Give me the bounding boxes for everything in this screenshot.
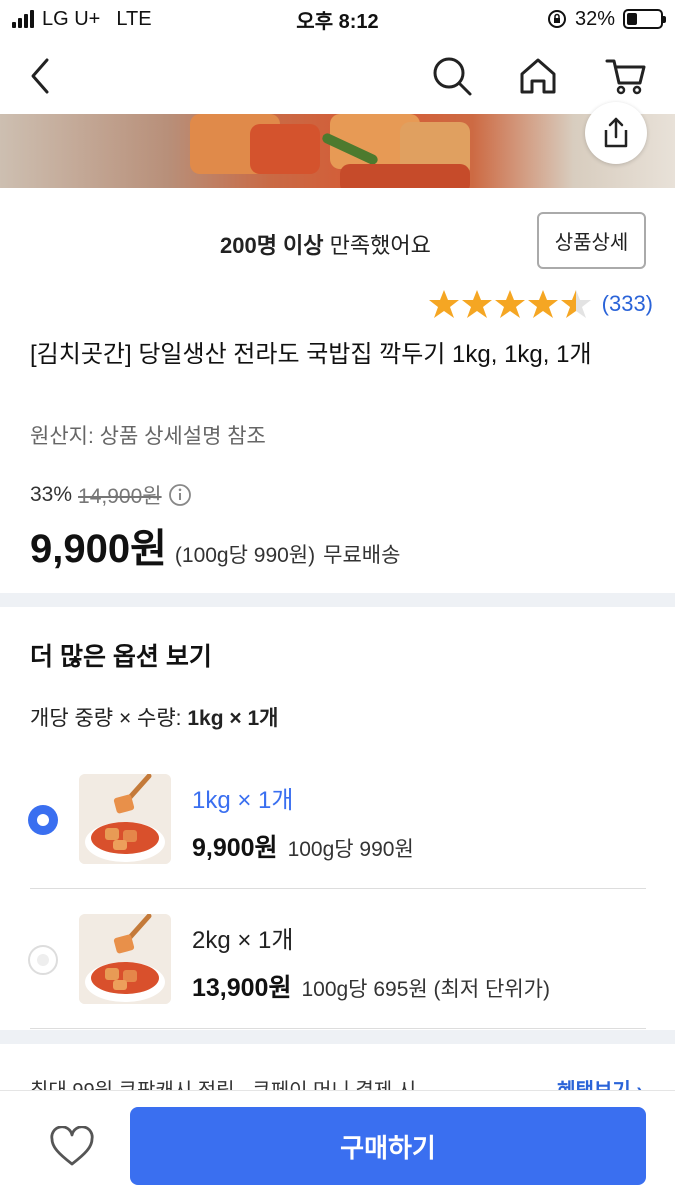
options-title: 더 많은 옵션 보기 xyxy=(30,643,212,671)
benefit-link[interactable]: 혜택보기 › xyxy=(557,1074,643,1090)
kimchi-thumbnail-image xyxy=(79,774,171,864)
option-item[interactable]: 1kg × 1개 9,900원 100g당 990원 xyxy=(0,758,675,888)
rotation-lock-icon xyxy=(547,10,566,28)
option-thumbnail xyxy=(79,914,171,1004)
shipping-info: 무료배송 xyxy=(323,544,401,567)
product-image[interactable] xyxy=(0,114,675,188)
option-name: 2kg × 1개 xyxy=(192,927,294,954)
option-price: 9,900원 xyxy=(192,834,278,862)
back-button[interactable] xyxy=(16,52,64,100)
discount-rate: 33% xyxy=(30,483,73,506)
star-icon xyxy=(428,290,459,318)
battery-percent: 32% xyxy=(574,7,615,30)
product-detail-button[interactable]: 상품상세 xyxy=(537,212,646,269)
options-subtitle-label: 개당 중량 × 수량: xyxy=(30,707,188,730)
satisfaction-count: 200명 이상 xyxy=(220,233,324,258)
unit-price: (100g당 990원) xyxy=(174,544,316,567)
product-title: [김치곳간] 당일생산 전라도 국밥집 깍두기 1kg, 1kg, 1개 xyxy=(30,341,592,368)
cart-button[interactable] xyxy=(602,52,650,100)
share-button[interactable] xyxy=(585,102,647,164)
sale-price: 9,900원 xyxy=(30,527,167,571)
options-subtitle: 개당 중량 × 수량: 1kg × 1개 xyxy=(30,702,278,732)
home-icon xyxy=(520,58,556,94)
rating[interactable]: (333) xyxy=(428,288,653,320)
nav-bar xyxy=(0,38,675,114)
satisfaction-label: 만족했어요 xyxy=(323,233,431,258)
option-price-row: 13,900원 100g당 695원 (최저 단위가) xyxy=(192,968,550,1004)
star-icon xyxy=(560,290,591,318)
home-button[interactable] xyxy=(514,52,562,100)
carrier: LG U+ xyxy=(42,7,101,30)
back-icon xyxy=(31,58,49,94)
section-divider xyxy=(0,1030,675,1044)
battery-icon xyxy=(623,9,666,29)
status-bar: LG U+ LTE 오후 8:12 32% xyxy=(0,0,675,38)
discount-row: 33% 14,900원 xyxy=(30,480,192,510)
option-radio-unselected[interactable] xyxy=(28,945,58,975)
option-price: 13,900원 xyxy=(192,974,292,1002)
star-icon xyxy=(527,290,558,318)
search-button[interactable] xyxy=(428,52,476,100)
original-price: 14,900원 xyxy=(78,485,162,508)
option-thumbnail xyxy=(79,774,171,864)
option-price-row: 9,900원 100g당 990원 xyxy=(192,828,414,864)
star-icon xyxy=(494,290,525,318)
kimchi-thumbnail-image xyxy=(79,914,171,1004)
satisfaction-row: 200명 이상 만족했어요 상품상세 xyxy=(0,212,675,270)
bottom-action-bar: 구매하기 xyxy=(0,1090,675,1200)
search-icon xyxy=(433,57,472,96)
network-type: LTE xyxy=(116,7,152,30)
cart-icon xyxy=(605,59,646,95)
option-unit-price: 100g당 990원 xyxy=(287,838,414,861)
star-rating xyxy=(428,288,592,320)
row-divider xyxy=(30,1028,646,1029)
benefit-row[interactable]: 최대 99원 쿠팡캐시 적립 · 쿠페이 머니 결제 시 혜택보기 › xyxy=(0,1060,675,1090)
info-icon[interactable] xyxy=(168,483,192,507)
option-unit-price: 100g당 695원 (최저 단위가) xyxy=(301,978,550,1001)
section-divider xyxy=(0,593,675,607)
satisfaction-text: 200명 이상 만족했어요 xyxy=(220,228,431,260)
star-icon xyxy=(461,290,492,318)
review-count[interactable]: (333) xyxy=(602,291,653,317)
share-icon xyxy=(604,117,628,148)
wishlist-button[interactable] xyxy=(46,1121,98,1173)
heart-icon xyxy=(50,1126,94,1166)
options-subtitle-value: 1kg × 1개 xyxy=(187,707,279,730)
option-name: 1kg × 1개 xyxy=(192,787,294,814)
option-item[interactable]: 2kg × 1개 13,900원 100g당 695원 (최저 단위가) xyxy=(0,898,675,1028)
buy-button[interactable]: 구매하기 xyxy=(130,1107,646,1185)
price-row: 9,900원 (100g당 990원) 무료배송 xyxy=(30,516,400,574)
origin-info: 원산지: 상품 상세설명 참조 xyxy=(30,425,266,448)
benefit-text: 최대 99원 쿠팡캐시 적립 · 쿠페이 머니 결제 시 xyxy=(30,1074,416,1090)
signal-icon xyxy=(12,10,34,28)
row-divider xyxy=(30,888,646,889)
option-radio-selected[interactable] xyxy=(28,805,58,835)
